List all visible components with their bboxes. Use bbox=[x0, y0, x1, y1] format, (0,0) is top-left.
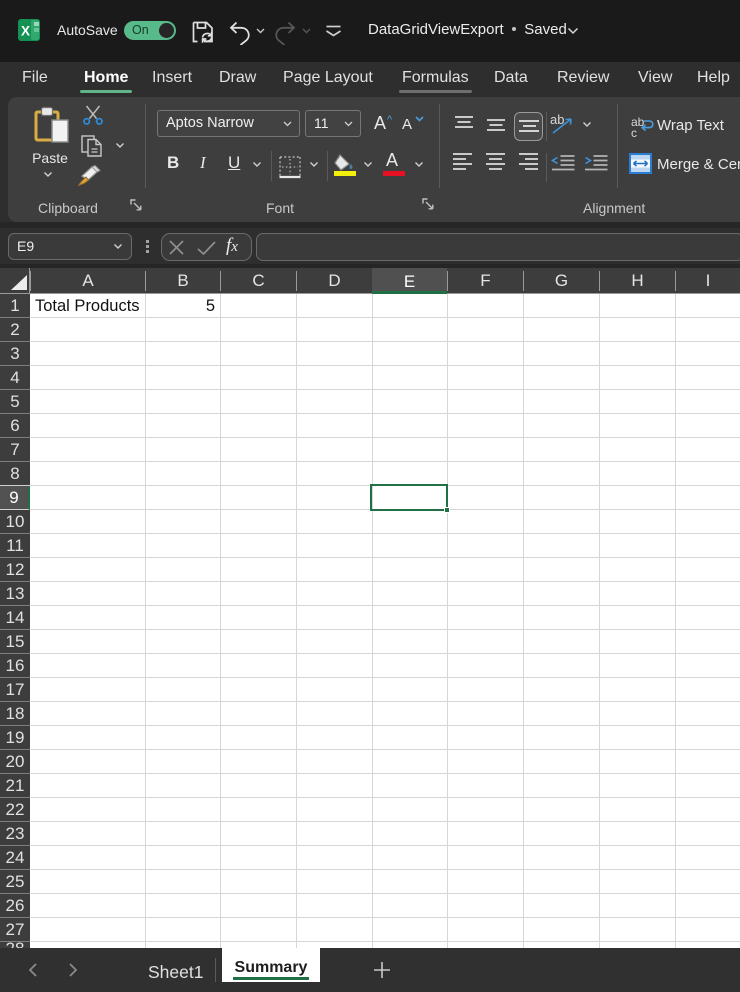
svg-text:c: c bbox=[631, 126, 637, 138]
svg-text:ab: ab bbox=[550, 112, 564, 127]
svg-text:X: X bbox=[21, 24, 30, 39]
